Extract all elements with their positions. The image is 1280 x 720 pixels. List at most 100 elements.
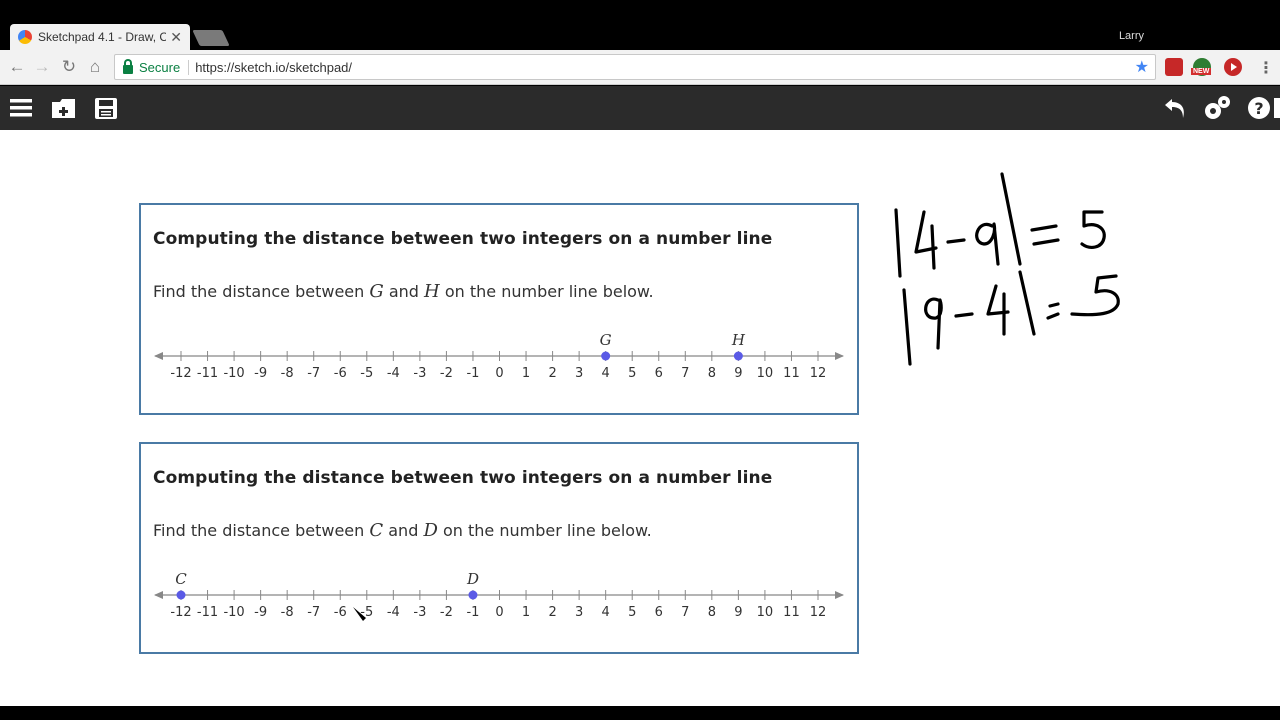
tick-label: -6 — [334, 605, 347, 620]
browser-menu-icon[interactable]: ⋮ — [1258, 58, 1274, 78]
tick-label: 11 — [783, 366, 800, 381]
text-and: and — [383, 521, 424, 540]
tick-label: -8 — [281, 605, 294, 620]
point-label: D — [466, 570, 479, 588]
text-suffix: on the number line below. — [439, 282, 654, 301]
tick-label: -2 — [440, 605, 453, 620]
tick-label: 2 — [548, 605, 556, 620]
problem-title: Computing the distance between two integ… — [153, 468, 773, 488]
home-icon[interactable]: ⌂ — [84, 56, 106, 78]
tick-label: -12 — [170, 366, 191, 381]
bottom-bar — [0, 706, 1280, 720]
svg-text:?: ? — [1254, 99, 1263, 118]
back-arrow-icon[interactable]: ← — [6, 56, 28, 78]
open-folder-icon[interactable] — [51, 94, 77, 122]
handwritten-line-2 — [902, 270, 1120, 366]
point-marker[interactable] — [733, 351, 743, 361]
reload-icon[interactable]: ↻ — [58, 56, 80, 78]
tick-label: 0 — [495, 366, 503, 381]
tick-label: 7 — [681, 366, 689, 381]
left-arrow-icon — [154, 352, 163, 360]
tick-label: -10 — [223, 605, 244, 620]
tick-label: 9 — [734, 366, 742, 381]
tick-label: 8 — [708, 366, 716, 381]
tick-label: -9 — [254, 605, 267, 620]
tick-label: 10 — [757, 366, 774, 381]
problem-card-1: Computing the distance between two integ… — [139, 203, 859, 415]
new-extension-icon[interactable]: NEW — [1191, 58, 1212, 76]
browser-titlebar: Sketchpad 4.1 - Draw, Cr ✕ Larry — [0, 0, 1280, 50]
tick-label: -1 — [466, 366, 479, 381]
play-extension-icon[interactable] — [1224, 58, 1242, 76]
help-icon[interactable]: ? — [1247, 94, 1280, 122]
forward-arrow-icon[interactable]: → — [31, 56, 53, 78]
tick-label: 6 — [655, 605, 663, 620]
url-text[interactable]: https://sketch.io/sketchpad/ — [195, 60, 1134, 75]
point-marker[interactable] — [176, 590, 186, 600]
settings-icon[interactable] — [1202, 94, 1232, 122]
tick-label: -7 — [307, 605, 320, 620]
tick-label: 3 — [575, 366, 583, 381]
screen: Sketchpad 4.1 - Draw, Cr ✕ Larry ← → ↻ ⌂… — [0, 0, 1280, 720]
problem-card-2: Computing the distance between two integ… — [139, 442, 859, 654]
text-suffix: on the number line below. — [437, 521, 652, 540]
text-prefix: Find the distance between — [153, 521, 370, 540]
secure-label: Secure — [139, 59, 190, 75]
profile-name[interactable]: Larry — [1119, 30, 1144, 42]
tick-label: 1 — [522, 366, 530, 381]
browser-toolbar: ← → ↻ ⌂ Secure https://sketch.io/sketchp… — [0, 50, 1280, 85]
undo-icon[interactable] — [1163, 94, 1189, 122]
bookmark-star-icon[interactable]: ★ — [1135, 57, 1149, 77]
new-badge: NEW — [1191, 68, 1212, 75]
tick-label: -9 — [254, 366, 267, 381]
left-arrow-icon — [154, 591, 163, 599]
point-a-name: C — [369, 520, 384, 541]
tick-label: -6 — [334, 366, 347, 381]
tick-label: -10 — [223, 366, 244, 381]
point-a-name: G — [369, 281, 384, 302]
new-tab-button[interactable] — [192, 30, 230, 46]
tick-label: -7 — [307, 366, 320, 381]
tick-label: -4 — [387, 366, 400, 381]
close-icon[interactable]: ✕ — [170, 29, 182, 46]
tick-label: 4 — [602, 366, 610, 381]
tick-label: -3 — [413, 366, 426, 381]
tick-label: 0 — [495, 605, 503, 620]
point-b-name: D — [423, 520, 438, 541]
film-extension-icon[interactable] — [1165, 58, 1183, 76]
tick-label: -3 — [413, 605, 426, 620]
lock-icon — [123, 58, 133, 74]
tick-label: -12 — [170, 605, 191, 620]
point-marker[interactable] — [468, 590, 478, 600]
point-label: C — [175, 570, 187, 588]
tick-label: -4 — [387, 605, 400, 620]
tick-label: 3 — [575, 605, 583, 620]
tick-label: 8 — [708, 605, 716, 620]
sketchpad-favicon-icon — [18, 30, 32, 44]
tab-title: Sketchpad 4.1 - Draw, Cr — [38, 30, 167, 44]
menu-icon[interactable] — [10, 94, 34, 122]
address-bar[interactable]: Secure https://sketch.io/sketchpad/ ★ — [114, 54, 1156, 80]
tick-label: 6 — [655, 366, 663, 381]
number-line: -12 -11 -10 -9 -8 -7 -6 -5 -4 -3 -2 -1 0 1 2 3 4 5 6 7 8 9 10 1… — [154, 570, 844, 620]
right-arrow-icon — [835, 591, 844, 599]
right-arrow-icon — [835, 352, 844, 360]
tick-label: -11 — [197, 605, 218, 620]
save-icon[interactable] — [94, 94, 118, 122]
point-b-name: H — [424, 281, 440, 302]
tick-label: 12 — [810, 605, 827, 620]
browser-tab[interactable]: Sketchpad 4.1 - Draw, Cr ✕ — [10, 24, 190, 50]
text-and: and — [383, 282, 425, 301]
tick-label: 9 — [734, 605, 742, 620]
mouse-cursor-icon — [353, 607, 366, 621]
problem-text: Find the distance between G and H on the… — [153, 281, 654, 302]
point-marker[interactable] — [601, 351, 611, 361]
tick-label: 10 — [757, 605, 774, 620]
tick-label: -1 — [466, 605, 479, 620]
tick-label: 4 — [602, 605, 610, 620]
tick-label: -8 — [281, 366, 294, 381]
tick-label: -5 — [360, 366, 373, 381]
handwritten-line-1 — [894, 172, 1106, 278]
tick-label: 5 — [628, 366, 636, 381]
app-toolbar: ? — [0, 86, 1280, 130]
